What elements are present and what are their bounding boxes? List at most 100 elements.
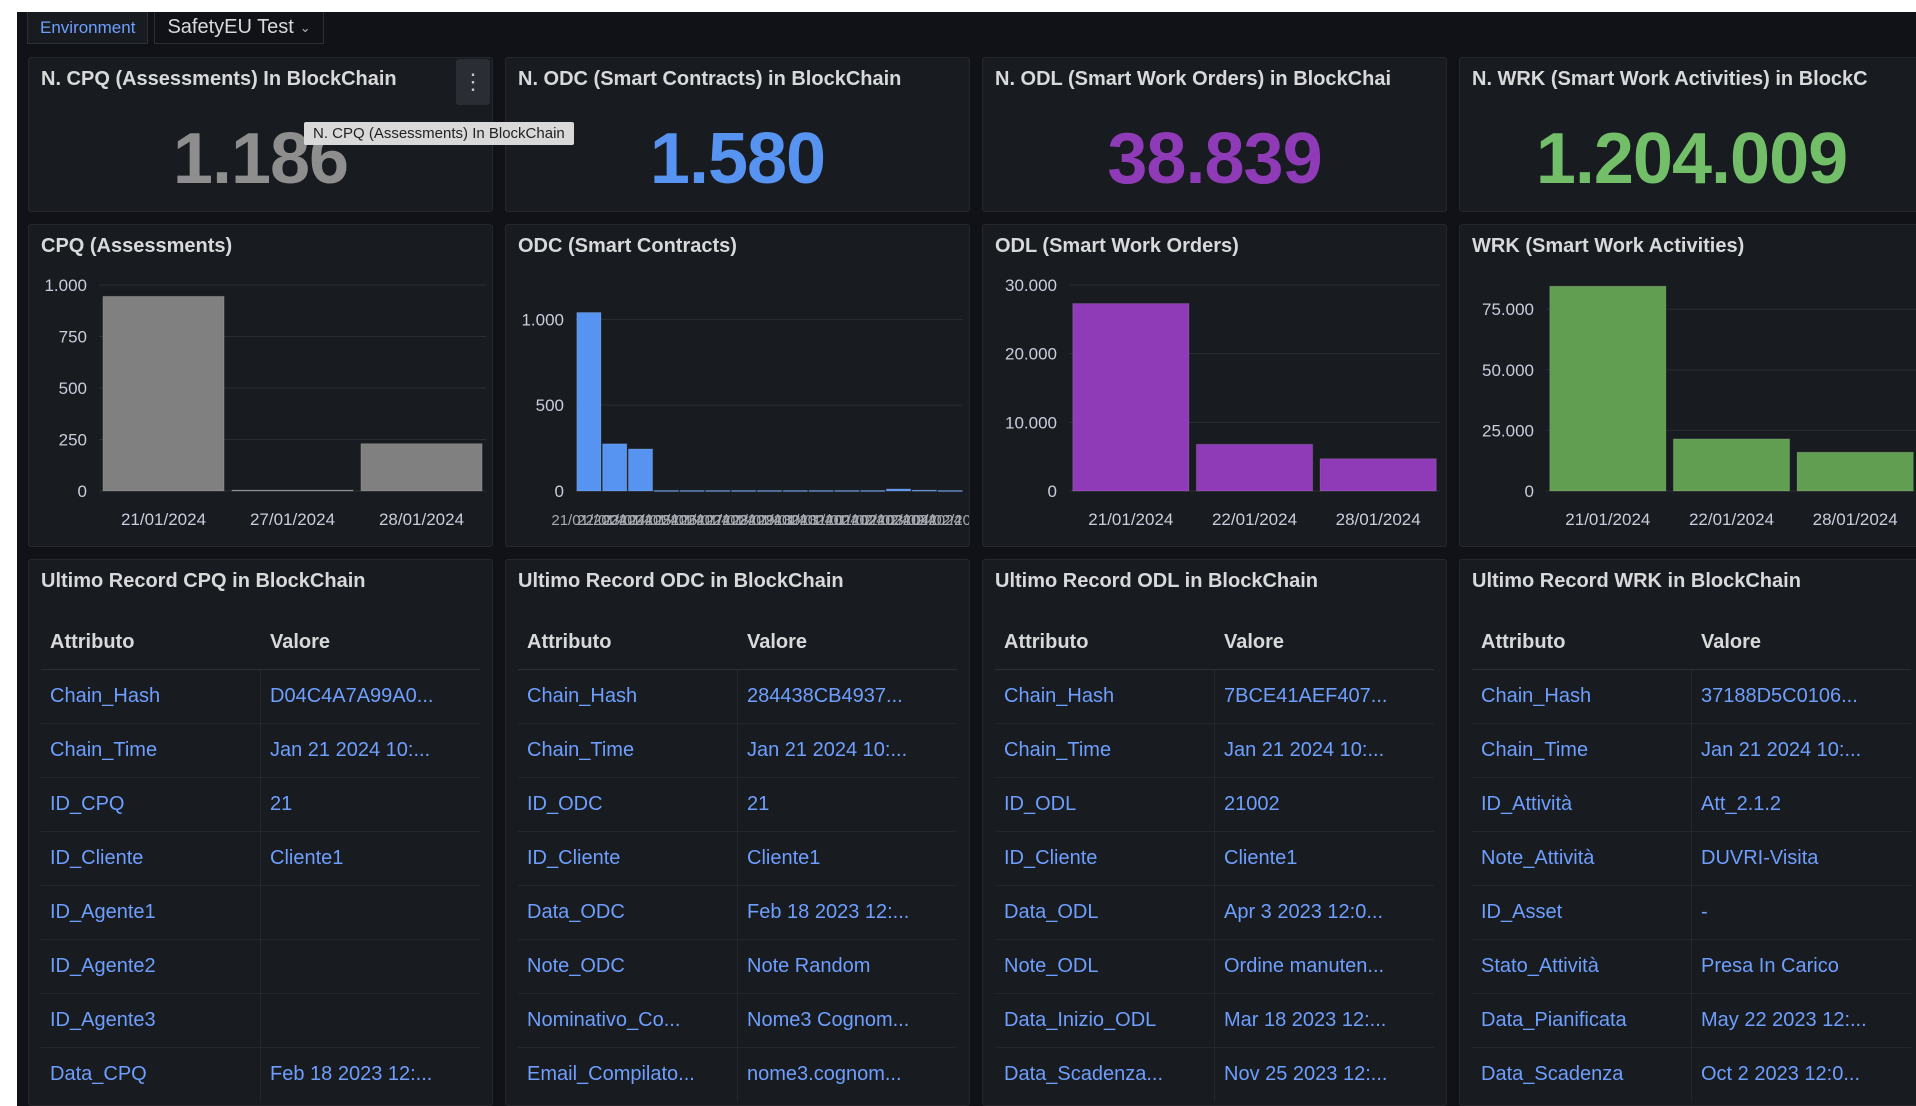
chart-panel-odl[interactable]: ODL (Smart Work Orders) 0 10.000 20.000 30.… — [982, 224, 1447, 547]
bar[interactable] — [653, 489, 679, 492]
value-cell[interactable]: 284438CB4937... — [738, 670, 957, 723]
attribute-cell[interactable]: Chain_Hash — [518, 670, 738, 723]
bar[interactable] — [1195, 443, 1314, 492]
attribute-cell[interactable]: ID_ODL — [995, 778, 1215, 831]
column-header-attributo[interactable]: Attributo — [41, 616, 261, 669]
value-cell[interactable]: Mar 18 2023 12:... — [1215, 994, 1434, 1047]
attribute-cell[interactable]: ID_Agente1 — [41, 886, 261, 939]
column-header-attributo[interactable]: Attributo — [995, 616, 1215, 669]
stat-panel-odl[interactable]: N. ODL (Smart Work Orders) in BlockChai … — [982, 57, 1447, 212]
attribute-cell[interactable]: Chain_Hash — [1472, 670, 1692, 723]
attribute-cell[interactable]: Chain_Time — [995, 724, 1215, 777]
value-cell[interactable]: May 22 2023 12:... — [1692, 994, 1911, 1047]
value-cell[interactable]: 37188D5C0106... — [1692, 670, 1911, 723]
bar[interactable] — [937, 489, 963, 492]
bar[interactable] — [602, 443, 628, 492]
column-header-attributo[interactable]: Attributo — [518, 616, 738, 669]
bar[interactable] — [911, 489, 937, 492]
bar[interactable] — [1672, 438, 1791, 492]
chart-panel-odc[interactable]: ODC (Smart Contracts) 0 500 1.000 21/01/202… — [505, 224, 970, 547]
attribute-cell[interactable]: ID_Agente3 — [41, 994, 261, 1047]
bar[interactable] — [834, 489, 860, 492]
bar[interactable] — [860, 489, 886, 492]
attribute-cell[interactable]: Nominativo_Co... — [518, 994, 738, 1047]
value-cell[interactable]: Nome3 Cognom... — [738, 994, 957, 1047]
environment-variable-select[interactable]: SafetyEU Test ⌄ — [154, 12, 324, 44]
value-cell[interactable]: Jan 21 2024 10:... — [1215, 724, 1434, 777]
column-header-valore[interactable]: Valore — [1215, 616, 1434, 669]
table-panel-odl[interactable]: Ultimo Record ODL in BlockChain Attribut… — [982, 559, 1447, 1106]
bar[interactable] — [231, 489, 354, 492]
table-panel-cpq[interactable]: Ultimo Record CPQ in BlockChain Attribut… — [28, 559, 493, 1106]
bar[interactable] — [576, 311, 602, 492]
value-cell[interactable]: Oct 2 2023 12:0... — [1692, 1048, 1911, 1101]
value-cell[interactable]: Cliente1 — [261, 832, 480, 885]
table-panel-wrk[interactable]: Ultimo Record WRK in BlockChain Attribut… — [1459, 559, 1916, 1106]
value-cell[interactable]: 21 — [261, 778, 480, 831]
value-cell[interactable]: Cliente1 — [1215, 832, 1434, 885]
attribute-cell[interactable]: Chain_Time — [41, 724, 261, 777]
value-cell[interactable]: Jan 21 2024 10:... — [261, 724, 480, 777]
attribute-cell[interactable]: ID_Cliente — [518, 832, 738, 885]
value-cell[interactable]: 21002 — [1215, 778, 1434, 831]
attribute-cell[interactable]: Data_Scadenza... — [995, 1048, 1215, 1101]
attribute-cell[interactable]: ID_Cliente — [41, 832, 261, 885]
bar[interactable] — [782, 489, 808, 492]
attribute-cell[interactable]: Chain_Hash — [41, 670, 261, 723]
attribute-cell[interactable]: Data_ODC — [518, 886, 738, 939]
attribute-cell[interactable]: Note_ODC — [518, 940, 738, 993]
bar[interactable] — [679, 489, 705, 492]
stat-panel-odc[interactable]: N. ODC (Smart Contracts) in BlockChain 1… — [505, 57, 970, 212]
value-cell[interactable]: Jan 21 2024 10:... — [1692, 724, 1911, 777]
stat-panel-wrk[interactable]: N. WRK (Smart Work Activities) in BlockC… — [1459, 57, 1916, 212]
attribute-cell[interactable]: ID_ODC — [518, 778, 738, 831]
attribute-cell[interactable]: ID_Cliente — [995, 832, 1215, 885]
attribute-cell[interactable]: Chain_Time — [1472, 724, 1692, 777]
attribute-cell[interactable]: Email_Compilato... — [518, 1048, 738, 1101]
value-cell[interactable]: Cliente1 — [738, 832, 957, 885]
attribute-cell[interactable]: ID_Attività — [1472, 778, 1692, 831]
bar[interactable] — [1319, 458, 1437, 492]
value-cell[interactable]: DUVRI-Visita — [1692, 832, 1911, 885]
bar[interactable] — [1549, 285, 1667, 492]
value-cell[interactable]: Att_2.1.2 — [1692, 778, 1911, 831]
value-cell[interactable]: Presa In Carico — [1692, 940, 1911, 993]
attribute-cell[interactable]: Data_ODL — [995, 886, 1215, 939]
value-cell[interactable] — [261, 886, 480, 939]
attribute-cell[interactable]: ID_Agente2 — [41, 940, 261, 993]
bar[interactable] — [885, 488, 912, 492]
attribute-cell[interactable]: Chain_Hash — [995, 670, 1215, 723]
value-cell[interactable]: Jan 21 2024 10:... — [738, 724, 957, 777]
bar[interactable] — [1072, 303, 1190, 492]
value-cell[interactable]: - — [1692, 886, 1911, 939]
bar[interactable] — [627, 448, 654, 492]
attribute-cell[interactable]: Data_CPQ — [41, 1048, 261, 1101]
value-cell[interactable] — [261, 940, 480, 993]
value-cell[interactable]: 7BCE41AEF407... — [1215, 670, 1434, 723]
value-cell[interactable]: nome3.cognom... — [738, 1048, 957, 1101]
attribute-cell[interactable]: ID_CPQ — [41, 778, 261, 831]
panel-menu-button[interactable]: ⋮ — [456, 59, 490, 105]
attribute-cell[interactable]: ID_Asset — [1472, 886, 1692, 939]
attribute-cell[interactable]: Chain_Time — [518, 724, 738, 777]
bar[interactable] — [360, 443, 483, 492]
value-cell[interactable]: Feb 18 2023 12:... — [261, 1048, 480, 1101]
value-cell[interactable]: Apr 3 2023 12:0... — [1215, 886, 1434, 939]
attribute-cell[interactable]: Note_ODL — [995, 940, 1215, 993]
column-header-valore[interactable]: Valore — [1692, 616, 1911, 669]
value-cell[interactable]: 21 — [738, 778, 957, 831]
attribute-cell[interactable]: Data_Scadenza — [1472, 1048, 1692, 1101]
attribute-cell[interactable]: Stato_Attività — [1472, 940, 1692, 993]
value-cell[interactable]: Ordine manuten... — [1215, 940, 1434, 993]
bar[interactable] — [808, 489, 834, 492]
bar[interactable] — [731, 489, 757, 492]
bar[interactable] — [102, 295, 225, 492]
chart-panel-cpq[interactable]: CPQ (Assessments) 0 250 500 750 1.000 21/01/2… — [28, 224, 493, 547]
column-header-valore[interactable]: Valore — [261, 616, 480, 669]
column-header-valore[interactable]: Valore — [738, 616, 957, 669]
bar[interactable] — [1796, 451, 1914, 492]
attribute-cell[interactable]: Data_Inizio_ODL — [995, 994, 1215, 1047]
value-cell[interactable]: Nov 25 2023 12:... — [1215, 1048, 1434, 1101]
bar[interactable] — [705, 489, 731, 492]
value-cell[interactable]: Note Random — [738, 940, 957, 993]
